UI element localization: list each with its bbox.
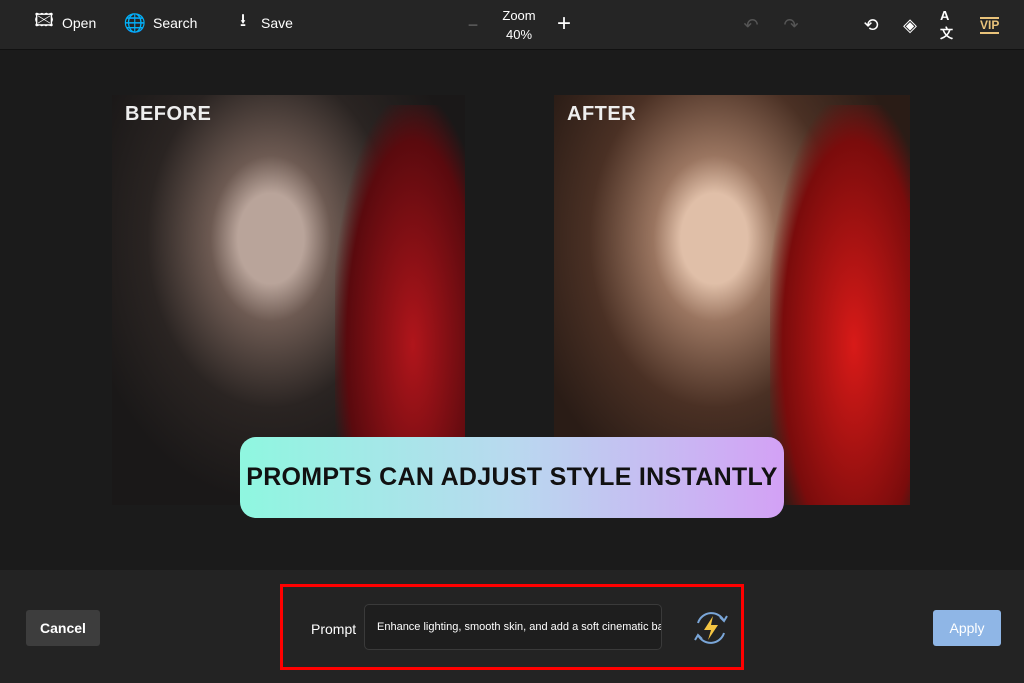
search-button[interactable]: 🌐 Search bbox=[123, 12, 198, 33]
zoom-label: Zoom bbox=[502, 8, 536, 23]
save-button[interactable]: ⭳ Save bbox=[233, 10, 293, 33]
zoom-in-icon[interactable]: + bbox=[554, 10, 574, 37]
generate-icon[interactable] bbox=[690, 607, 732, 649]
apply-button[interactable]: Apply bbox=[933, 610, 1001, 646]
layers-icon[interactable]: ◈ bbox=[900, 15, 920, 35]
top-toolbar: 🖾 Open 🌐 Search ⭳ Save − Zoom 40% + ↶ ↷ ⟲ ◈ … bbox=[0, 0, 1024, 50]
history-icon[interactable]: ⟲ bbox=[861, 15, 881, 35]
download-icon: ⭳ bbox=[239, 10, 247, 30]
vip-badge[interactable]: VIP bbox=[980, 17, 1000, 34]
redo-icon[interactable]: ↷ bbox=[781, 15, 801, 35]
open-button[interactable]: 🖾 Open bbox=[34, 10, 97, 33]
open-label: Open bbox=[62, 15, 97, 31]
prompt-input[interactable]: Enhance lighting, smooth skin, and add a… bbox=[364, 604, 662, 650]
image-icon: 🖾 bbox=[34, 10, 54, 30]
before-label: BEFORE bbox=[125, 103, 212, 125]
cancel-button[interactable]: Cancel bbox=[26, 610, 100, 646]
promo-banner: PROMPTS CAN ADJUST STYLE INSTANTLY bbox=[240, 437, 784, 518]
prompt-label: Prompt bbox=[311, 621, 357, 637]
undo-icon[interactable]: ↶ bbox=[741, 15, 761, 35]
zoom-indicator: Zoom 40% bbox=[500, 6, 538, 44]
search-label: Search bbox=[153, 15, 198, 31]
globe-search-icon: 🌐 bbox=[123, 12, 147, 33]
translate-icon[interactable]: A文 bbox=[940, 8, 960, 41]
zoom-value: 40% bbox=[505, 27, 533, 42]
after-label: AFTER bbox=[567, 103, 637, 125]
save-label: Save bbox=[261, 15, 293, 31]
zoom-out-icon[interactable]: − bbox=[463, 15, 483, 35]
